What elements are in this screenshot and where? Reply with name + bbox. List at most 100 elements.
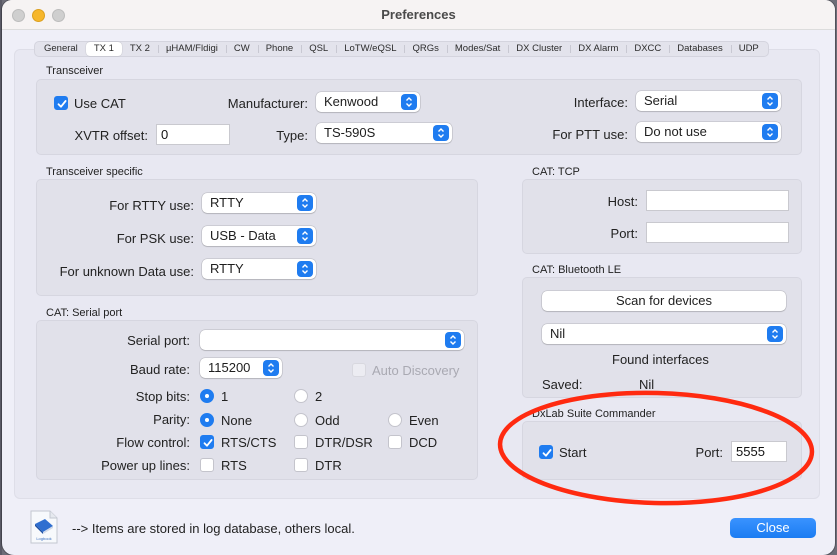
tcp-host-label: Host: [607, 194, 638, 209]
bluetooth-device-select[interactable]: Nil [542, 324, 786, 344]
flow-dtr-dsr-label: DTR/DSR [315, 435, 373, 450]
flow-rts-cts-checkbox[interactable] [200, 435, 214, 449]
manufacturer-value: Kenwood [324, 94, 379, 109]
cat-bluetooth-title: CAT: Bluetooth LE [532, 264, 622, 276]
psk-label: For PSK use: [116, 231, 194, 246]
tab-bar: General TX 1 TX 2 µHAM/Fldigi CW Phone Q… [34, 41, 769, 57]
baud-rate-select[interactable]: 115200 [200, 358, 282, 378]
unknown-data-select[interactable]: RTTY [202, 259, 316, 279]
parity-even-radio[interactable] [388, 413, 402, 427]
updown-chevron-icon [263, 360, 279, 376]
tab-phone[interactable]: Phone [257, 42, 301, 56]
interface-label: Interface: [573, 95, 628, 110]
serial-port-label: Serial port: [127, 333, 190, 348]
auto-discovery-label: Auto Discovery [372, 363, 460, 378]
flow-rts-cts-label: RTS/CTS [221, 435, 277, 450]
found-interfaces-label: Found interfaces [612, 352, 709, 367]
updown-chevron-icon [401, 94, 417, 110]
tab-udp[interactable]: UDP [730, 42, 767, 56]
tab-tx2[interactable]: TX 2 [122, 42, 158, 56]
dxlab-start-checkbox[interactable] [539, 445, 553, 459]
tab-tx1[interactable]: TX 1 [85, 42, 122, 56]
unknown-data-label: For unknown Data use: [59, 264, 194, 279]
baud-rate-label: Baud rate: [130, 362, 190, 377]
xvtr-offset-input[interactable]: 0 [156, 124, 230, 145]
serial-port-select[interactable] [200, 330, 464, 350]
tab-dx-cluster[interactable]: DX Cluster [508, 42, 570, 56]
manufacturer-select[interactable]: Kenwood [316, 92, 420, 112]
ptt-label: For PTT use: [552, 127, 628, 142]
saved-value: Nil [639, 377, 655, 392]
stop-bits-1-radio[interactable] [200, 389, 214, 403]
power-up-lines-label: Power up lines: [101, 458, 190, 473]
tab-general[interactable]: General [36, 42, 86, 56]
cat-tcp-title: CAT: TCP [532, 166, 580, 178]
updown-chevron-icon [445, 332, 461, 348]
psk-value: USB - Data [210, 228, 276, 243]
close-button[interactable]: Close [730, 518, 816, 538]
dxlab-port-label: Port: [695, 445, 723, 460]
ptt-select[interactable]: Do not use [636, 122, 781, 142]
updown-chevron-icon [767, 326, 783, 342]
stop-bits-2-label: 2 [315, 389, 323, 404]
updown-chevron-icon [433, 125, 449, 141]
window-title: Preferences [381, 7, 456, 22]
type-value: TS-590S [324, 125, 376, 140]
updown-chevron-icon [297, 228, 313, 244]
updown-chevron-icon [762, 93, 778, 109]
rtty-value: RTTY [210, 195, 244, 210]
saved-label: Saved: [542, 377, 583, 392]
dxlab-port-input[interactable]: 5555 [731, 441, 787, 462]
type-select[interactable]: TS-590S [316, 123, 452, 143]
tab-qrgs[interactable]: QRGs [404, 42, 446, 56]
rtty-label: For RTTY use: [109, 198, 194, 213]
transceiver-specific-title: Transceiver specific [46, 166, 143, 178]
tcp-port-input[interactable] [646, 222, 789, 243]
flow-dtr-dsr-checkbox[interactable] [294, 435, 308, 449]
tab-modes-sat[interactable]: Modes/Sat [446, 42, 508, 56]
storage-note: --> Items are stored in log database, ot… [72, 521, 355, 536]
tab-uham-fldigi[interactable]: µHAM/Fldigi [157, 42, 226, 56]
type-label: Type: [276, 128, 308, 143]
preferences-window: Preferences General TX 1 TX 2 µHAM/Fldig… [2, 0, 835, 555]
stop-bits-2-radio[interactable] [294, 389, 308, 403]
flow-control-label: Flow control: [116, 435, 190, 450]
baud-rate-value: 115200 [208, 360, 251, 375]
tcp-host-input[interactable] [646, 190, 789, 211]
use-cat-checkbox[interactable] [54, 96, 68, 110]
parity-label: Parity: [153, 412, 190, 427]
tab-databases[interactable]: Databases [669, 42, 730, 56]
power-rts-label: RTS [221, 458, 247, 473]
svg-text:Logbook: Logbook [36, 536, 51, 541]
psk-select[interactable]: USB - Data [202, 226, 316, 246]
parity-none-radio[interactable] [200, 413, 214, 427]
use-cat-label: Use CAT [74, 96, 126, 111]
updown-chevron-icon [762, 124, 778, 140]
scan-for-devices-button[interactable]: Scan for devices [542, 291, 786, 311]
updown-chevron-icon [297, 195, 313, 211]
ptt-value: Do not use [644, 124, 707, 139]
power-dtr-checkbox[interactable] [294, 458, 308, 472]
cat-serial-title: CAT: Serial port [46, 307, 123, 319]
tab-dxcc[interactable]: DXCC [626, 42, 669, 56]
tab-dx-alarm[interactable]: DX Alarm [570, 42, 626, 56]
checkmark-icon [542, 449, 552, 457]
dxlab-start-label: Start [559, 445, 587, 460]
updown-chevron-icon [297, 261, 313, 277]
flow-dcd-label: DCD [409, 435, 438, 450]
interface-select[interactable]: Serial [636, 91, 781, 111]
parity-odd-label: Odd [315, 413, 340, 428]
stop-bits-1-label: 1 [221, 389, 229, 404]
auto-discovery-checkbox[interactable] [352, 363, 366, 377]
flow-dcd-checkbox[interactable] [388, 435, 402, 449]
interface-value: Serial [644, 93, 678, 108]
logbook-icon: Logbook [30, 510, 58, 544]
tab-qsl[interactable]: QSL [301, 42, 336, 56]
tab-cw[interactable]: CW [225, 42, 258, 56]
parity-even-label: Even [409, 413, 439, 428]
unknown-data-value: RTTY [210, 261, 244, 276]
tab-lotw-eqsl[interactable]: LoTW/eQSL [336, 42, 404, 56]
rtty-select[interactable]: RTTY [202, 193, 316, 213]
parity-odd-radio[interactable] [294, 413, 308, 427]
power-rts-checkbox[interactable] [200, 458, 214, 472]
